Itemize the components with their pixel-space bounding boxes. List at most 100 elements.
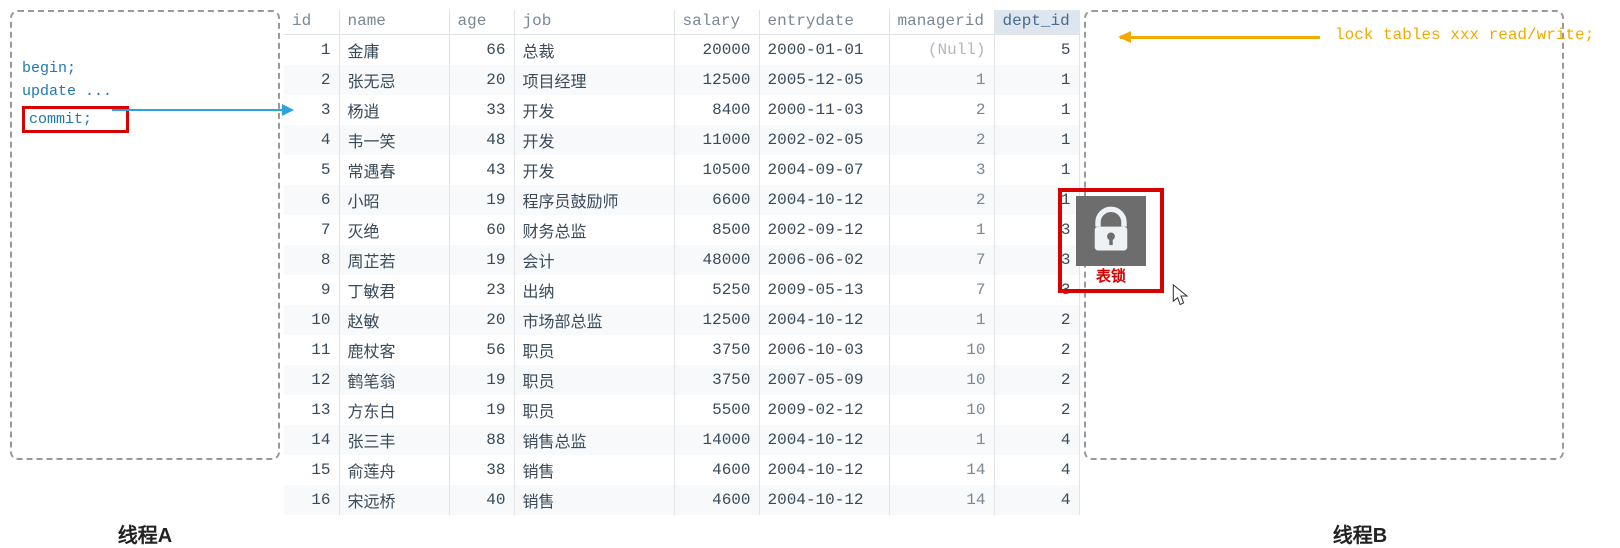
table-row[interactable]: 14张三丰88销售总监140002004-10-1214 [284, 425, 1079, 455]
table-cell: 12 [284, 365, 339, 395]
table-cell: 2000-01-01 [759, 35, 889, 66]
table-cell: 10500 [674, 155, 759, 185]
table-row[interactable]: 15俞莲舟38销售46002004-10-12144 [284, 455, 1079, 485]
table-cell: 职员 [514, 365, 674, 395]
table-row[interactable]: 10赵敏20市场部总监125002004-10-1212 [284, 305, 1079, 335]
table-cell: 程序员鼓励师 [514, 185, 674, 215]
table-cell: 方东白 [339, 395, 449, 425]
table-cell: 鹿杖客 [339, 335, 449, 365]
th-deptid[interactable]: dept_id [994, 10, 1079, 35]
table-cell: 20 [449, 305, 514, 335]
table-row[interactable]: 13方东白19职员55002009-02-12102 [284, 395, 1079, 425]
table-row[interactable]: 9丁敏君23出纳52502009-05-1373 [284, 275, 1079, 305]
update-arrow-icon [112, 109, 292, 111]
table-cell: 48 [449, 125, 514, 155]
table-cell: 14 [889, 485, 994, 515]
table-cell: 鹤笔翁 [339, 365, 449, 395]
table-cell: 2006-10-03 [759, 335, 889, 365]
table-cell: 5 [994, 35, 1079, 66]
table-row[interactable]: 3杨逍33开发84002000-11-0321 [284, 95, 1079, 125]
table-cell: 8400 [674, 95, 759, 125]
label-spacer [280, 515, 1120, 548]
thread-a-panel: begin; update ... commit; [10, 10, 280, 460]
table-cell: 张无忌 [339, 65, 449, 95]
table-row[interactable]: 8周芷若19会计480002006-06-0273 [284, 245, 1079, 275]
table-cell: 3750 [674, 335, 759, 365]
table-cell: 2009-02-12 [759, 395, 889, 425]
table-row[interactable]: 11鹿杖客56职员37502006-10-03102 [284, 335, 1079, 365]
table-cell: 7 [284, 215, 339, 245]
thread-labels-row: 线程A 线程B [10, 515, 1610, 548]
table-cell: 16 [284, 485, 339, 515]
table-cell: 2000-11-03 [759, 95, 889, 125]
table-cell: 职员 [514, 335, 674, 365]
table-cell: 8500 [674, 215, 759, 245]
sql-update: update ... [22, 83, 268, 100]
table-cell: 12500 [674, 305, 759, 335]
diagram-row: begin; update ... commit; id name age jo… [10, 10, 1610, 515]
table-cell: 2 [889, 95, 994, 125]
sql-begin: begin; [22, 60, 268, 77]
table-cell: 9 [284, 275, 339, 305]
table-row[interactable]: 1金庸66总裁200002000-01-01(Null)5 [284, 35, 1079, 66]
table-cell: 销售 [514, 455, 674, 485]
table-cell: 5 [284, 155, 339, 185]
th-name[interactable]: name [339, 10, 449, 35]
table-cell: 2004-10-12 [759, 305, 889, 335]
table-row[interactable]: 6小昭19程序员鼓励师66002004-10-1221 [284, 185, 1079, 215]
table-cell: 2004-09-07 [759, 155, 889, 185]
table-cell: 23 [449, 275, 514, 305]
table-row[interactable]: 5常遇春43开发105002004-09-0731 [284, 155, 1079, 185]
table-cell: 常遇春 [339, 155, 449, 185]
th-age[interactable]: age [449, 10, 514, 35]
table-cell: 丁敏君 [339, 275, 449, 305]
table-cell: 10 [284, 305, 339, 335]
table-cell: 7 [889, 275, 994, 305]
table-cell: 2004-10-12 [759, 455, 889, 485]
table-cell: 1 [889, 215, 994, 245]
table-lock-overlay: 表锁 [1058, 188, 1164, 293]
table-cell: 4 [284, 125, 339, 155]
th-job[interactable]: job [514, 10, 674, 35]
table-cell: 出纳 [514, 275, 674, 305]
table-cell: 2 [994, 395, 1079, 425]
table-cell: 总裁 [514, 35, 674, 66]
th-salary[interactable]: salary [674, 10, 759, 35]
table-row[interactable]: 12鹤笔翁19职员37502007-05-09102 [284, 365, 1079, 395]
table-cell: 2 [284, 65, 339, 95]
table-cell: 6600 [674, 185, 759, 215]
table-cell: 2009-05-13 [759, 275, 889, 305]
table-cell: 10 [889, 395, 994, 425]
table-row[interactable]: 4韦一笑48开发110002002-02-0521 [284, 125, 1079, 155]
th-managerid[interactable]: managerid [889, 10, 994, 35]
table-cell: 2004-10-12 [759, 425, 889, 455]
cursor-icon [1172, 284, 1190, 308]
table-cell: 10 [889, 335, 994, 365]
table-cell: 13 [284, 395, 339, 425]
table-row[interactable]: 2张无忌20项目经理125002005-12-0511 [284, 65, 1079, 95]
table-cell: 38 [449, 455, 514, 485]
table-cell: 宋远桥 [339, 485, 449, 515]
table-cell: 4600 [674, 455, 759, 485]
table-cell: 销售 [514, 485, 674, 515]
table-cell: 20 [449, 65, 514, 95]
table-cell: 4 [994, 425, 1079, 455]
table-cell: 2002-02-05 [759, 125, 889, 155]
table-cell: 14 [889, 455, 994, 485]
table-cell: 2007-05-09 [759, 365, 889, 395]
table-row[interactable]: 16宋远桥40销售46002004-10-12144 [284, 485, 1079, 515]
table-cell: 19 [449, 365, 514, 395]
table-cell: 2 [994, 365, 1079, 395]
table-cell: 财务总监 [514, 215, 674, 245]
sql-update-text: update ... [22, 83, 112, 100]
th-id[interactable]: id [284, 10, 339, 35]
table-row[interactable]: 7灭绝60财务总监85002002-09-1213 [284, 215, 1079, 245]
table-cell: 2 [889, 185, 994, 215]
table-header-row: id name age job salary entrydate manager… [284, 10, 1079, 35]
table-cell: 1 [994, 155, 1079, 185]
table-cell: 12500 [674, 65, 759, 95]
thread-a-label: 线程A [10, 519, 280, 548]
th-entrydate[interactable]: entrydate [759, 10, 889, 35]
table-cell: 4 [994, 485, 1079, 515]
table-cell: (Null) [889, 35, 994, 66]
